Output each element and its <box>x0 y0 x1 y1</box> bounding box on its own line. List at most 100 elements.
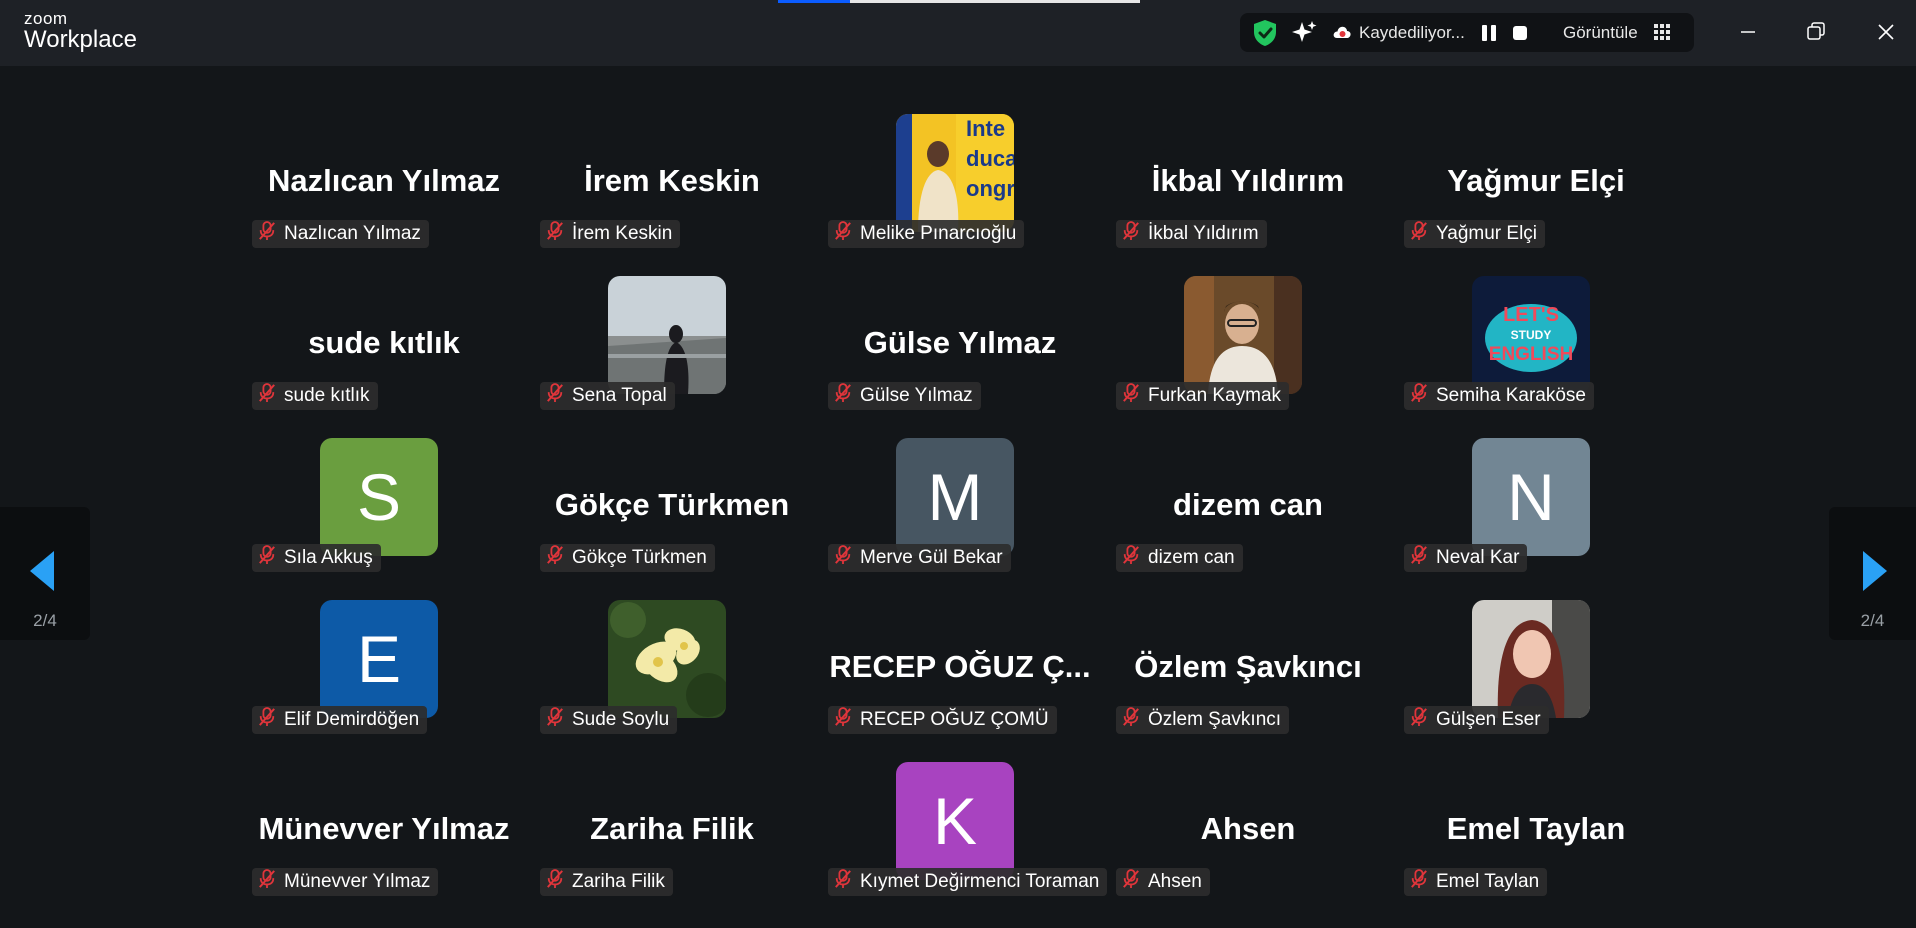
share-indicator-bar <box>778 0 850 3</box>
participant-name-label: Neval Kar <box>1404 544 1528 572</box>
participant-tile[interactable]: sude kıtlık sude kıtlık <box>240 262 528 424</box>
logo-brand-bottom: Workplace <box>24 26 137 53</box>
avatar-photo: Inte ducat ongre <box>896 114 1014 232</box>
participant-label-text: Münevver Yılmaz <box>284 871 431 892</box>
muted-mic-icon <box>546 221 564 247</box>
muted-mic-icon <box>834 545 852 571</box>
ai-companion-icon[interactable] <box>1290 19 1318 52</box>
participant-tile[interactable]: Furkan Kaymak <box>1104 262 1392 424</box>
participant-name-label: RECEP OĞUZ ÇOMÜ <box>828 706 1057 734</box>
participant-tile[interactable]: RECEP OĞUZ Ç... RECEP OĞUZ ÇOMÜ <box>816 586 1104 748</box>
zoom-workplace-logo: zoom Workplace <box>24 10 137 52</box>
participant-label-text: Gökçe Türkmen <box>572 547 707 568</box>
gallery-view: 2/4 2/4 Nazlıcan Yılmaz Nazlıcan Yılmaz İr… <box>0 66 1916 928</box>
participant-display-name: Gülse Yılmaz <box>863 325 1057 360</box>
participant-label-text: RECEP OĞUZ ÇOMÜ <box>860 709 1049 730</box>
avatar-initial: K <box>896 762 1014 880</box>
participant-display-name: Yağmur Elçi <box>1447 163 1625 198</box>
avatar-initial: E <box>320 600 438 718</box>
participant-name-label: Münevver Yılmaz <box>252 868 439 896</box>
participant-tile[interactable]: Özlem Şavkıncı Özlem Şavkıncı <box>1104 586 1392 748</box>
participant-tile[interactable]: Emel Taylan Emel Taylan <box>1392 748 1680 910</box>
view-button-label[interactable]: Görüntüle <box>1563 23 1638 43</box>
participant-label-text: Sude Soylu <box>572 709 670 730</box>
participant-display-name: dizem can <box>1173 487 1323 522</box>
previous-page-button[interactable]: 2/4 <box>0 507 90 640</box>
participant-label-text: Sıla Akkuş <box>284 547 373 568</box>
restore-icon[interactable] <box>1800 16 1832 48</box>
avatar-initial: M <box>896 438 1014 556</box>
svg-text:Inte: Inte <box>966 116 1005 141</box>
participant-display-name: Emel Taylan <box>1446 811 1626 846</box>
participant-tile[interactable]: Zariha Filik Zariha Filik <box>528 748 816 910</box>
participant-tile[interactable]: S Sıla Akkuş <box>240 424 528 586</box>
participant-display-name: Nazlıcan Yılmaz <box>267 163 501 198</box>
participant-name-label: Gökçe Türkmen <box>540 544 715 572</box>
avatar-initial: N <box>1472 438 1590 556</box>
participant-name-label: Furkan Kaymak <box>1116 382 1290 410</box>
participant-name-label: Zariha Filik <box>540 868 673 896</box>
svg-text:ENGLISH: ENGLISH <box>1489 344 1573 365</box>
muted-mic-icon <box>1122 383 1140 409</box>
participant-display-name: Gökçe Türkmen <box>554 487 790 522</box>
participant-tile[interactable]: N Neval Kar <box>1392 424 1680 586</box>
participant-tile[interactable]: dizem can dizem can <box>1104 424 1392 586</box>
participant-label-text: Yağmur Elçi <box>1436 223 1538 244</box>
page-indicator-left: 2/4 <box>33 611 57 630</box>
participant-tile[interactable]: Sude Soylu <box>528 586 816 748</box>
participant-tile[interactable]: Inte ducat ongre Melike Pınarcıoğlu <box>816 100 1104 262</box>
participant-display-name: İkbal Yıldırım <box>1151 163 1345 198</box>
participant-label-text: Neval Kar <box>1436 547 1520 568</box>
participant-tile[interactable]: Yağmur Elçi Yağmur Elçi <box>1392 100 1680 262</box>
participant-name-label: Sıla Akkuş <box>252 544 381 572</box>
participant-name-label: Semiha Karaköse <box>1404 382 1594 410</box>
grid-view-icon[interactable] <box>1654 24 1670 40</box>
muted-mic-icon <box>258 221 276 247</box>
stop-recording-icon[interactable] <box>1513 26 1527 40</box>
participant-tile[interactable]: E Elif Demirdöğen <box>240 586 528 748</box>
svg-text:LET'S: LET'S <box>1503 304 1559 326</box>
title-bar: zoom Workplace Kaydediliyor... Görüntüle <box>0 0 1916 66</box>
participant-name-label: Sude Soylu <box>540 706 678 734</box>
muted-mic-icon <box>546 545 564 571</box>
pause-recording-icon[interactable] <box>1482 25 1496 41</box>
participant-tile[interactable]: Gökçe Türkmen Gökçe Türkmen <box>528 424 816 586</box>
participant-label-text: Özlem Şavkıncı <box>1148 709 1282 730</box>
recording-status-text: Kaydediliyor... <box>1359 23 1465 42</box>
participant-name-label: sude kıtlık <box>252 382 378 410</box>
svg-text:ducat: ducat <box>966 146 1014 171</box>
muted-mic-icon <box>1122 707 1140 733</box>
participant-tile[interactable]: Gülse Yılmaz Gülse Yılmaz <box>816 262 1104 424</box>
page-indicator-right: 2/4 <box>1860 611 1885 630</box>
next-page-button[interactable]: 2/4 <box>1829 507 1916 640</box>
svg-text:ongre: ongre <box>966 176 1014 201</box>
participant-tile[interactable]: LET'S STUDY ENGLISH Semiha Karaköse <box>1392 262 1680 424</box>
minimize-icon[interactable] <box>1732 16 1764 48</box>
participant-tile[interactable]: K Kıymet Değirmenci Toraman <box>816 748 1108 910</box>
participant-tile[interactable]: İkbal Yıldırım İkbal Yıldırım <box>1104 100 1392 262</box>
participant-name-label: Nazlıcan Yılmaz <box>252 220 429 248</box>
arrow-right-icon[interactable] <box>1861 549 1889 598</box>
participant-tile[interactable]: Sena Topal <box>528 262 816 424</box>
participant-name-label: Melike Pınarcıoğlu <box>828 220 1025 248</box>
muted-mic-icon <box>258 545 276 571</box>
cloud-recording-icon <box>1332 24 1352 45</box>
muted-mic-icon <box>258 707 276 733</box>
muted-mic-icon <box>1122 869 1140 895</box>
participant-tile[interactable]: Ahsen Ahsen <box>1104 748 1392 910</box>
participant-tile[interactable]: Münevver Yılmaz Münevver Yılmaz <box>240 748 528 910</box>
muted-mic-icon <box>546 707 564 733</box>
arrow-left-icon[interactable] <box>28 549 56 598</box>
participant-tile[interactable]: İrem Keskin İrem Keskin <box>528 100 816 262</box>
participant-tile[interactable]: M Merve Gül Bekar <box>816 424 1104 586</box>
participant-tile[interactable]: Nazlıcan Yılmaz Nazlıcan Yılmaz <box>240 100 528 262</box>
participant-display-name: Münevver Yılmaz <box>258 811 510 846</box>
participant-name-label: Ahsen <box>1116 868 1210 896</box>
close-icon[interactable] <box>1870 16 1902 48</box>
participant-label-text: Sena Topal <box>572 385 667 406</box>
participant-label-text: Ahsen <box>1148 871 1202 892</box>
participant-label-text: Semiha Karaköse <box>1436 385 1586 406</box>
muted-mic-icon <box>1122 545 1140 571</box>
participant-tile[interactable]: Gülşen Eser <box>1392 586 1680 748</box>
security-shield-icon[interactable] <box>1252 19 1278 52</box>
